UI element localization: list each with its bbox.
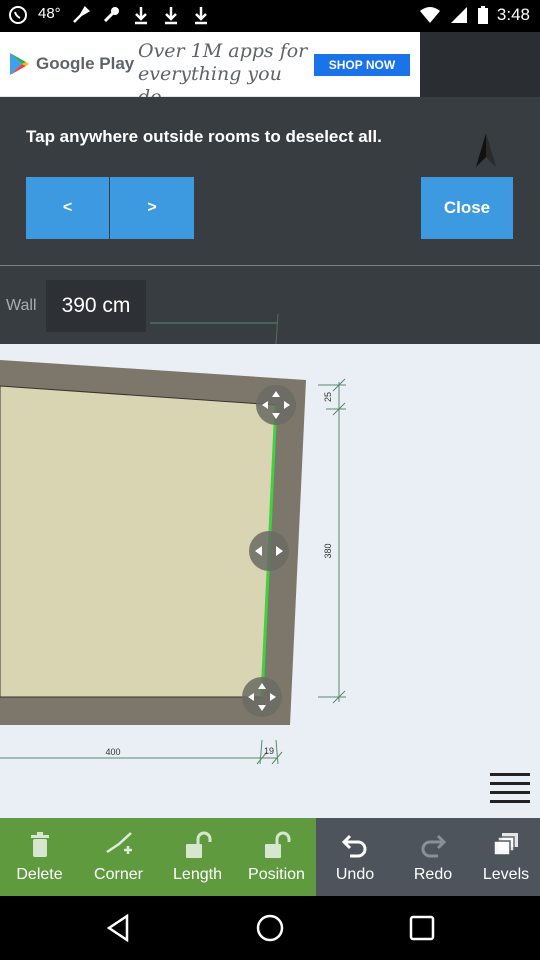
close-button[interactable]: Close [421, 177, 513, 239]
next-button[interactable]: > [110, 177, 194, 239]
undo-icon [341, 834, 367, 858]
undo-button[interactable]: Undo [316, 818, 394, 896]
home-icon[interactable] [254, 912, 286, 944]
battery-icon [477, 6, 488, 24]
ad-filler [420, 32, 540, 97]
corner-add-icon [105, 832, 132, 854]
ad-banner[interactable]: Google Play Over 1M apps for everything … [0, 32, 420, 108]
instruction-text: Tap anywhere outside rooms to deselect a… [26, 127, 382, 146]
recent-apps-icon[interactable] [406, 912, 438, 944]
status-icons: 48° [8, 5, 211, 25]
floor-plan[interactable]: 25 380 400 19 [0, 344, 540, 818]
download-icon [164, 7, 177, 25]
length-button[interactable]: Length [158, 818, 237, 896]
trash-icon [30, 832, 49, 857]
unlock-icon [185, 831, 211, 858]
menu-icon[interactable] [490, 772, 530, 804]
google-play-icon [10, 53, 29, 75]
app-root: 48° 3:48 Google Play Over 1M apps for ev… [0, 0, 540, 960]
wifi-icon [419, 7, 440, 23]
length-label: Length [173, 866, 222, 883]
dimension-bottom-text: 400 [105, 747, 120, 757]
ad-brand: Google Play [36, 54, 135, 73]
previous-button[interactable]: < [26, 177, 109, 239]
redo-icon [421, 834, 447, 858]
dimension-bottom [0, 739, 283, 765]
dimension-bottom-right-text: 19 [264, 746, 274, 756]
instruction-panel: Tap anywhere outside rooms to deselect a… [0, 97, 540, 344]
corner-button[interactable]: Corner [79, 818, 158, 896]
system-nav-bar [0, 896, 540, 960]
undo-label: Undo [335, 866, 375, 883]
levels-label: Levels [482, 866, 530, 883]
status-bar: 48° 3:48 [0, 0, 540, 32]
corner-handle-bottom[interactable] [242, 677, 282, 717]
position-button[interactable]: Position [237, 818, 316, 896]
dimension-right-text: 380 [323, 543, 333, 558]
google-play-logo: Google Play [8, 52, 134, 76]
back-icon[interactable] [103, 912, 135, 944]
wrench-icon [103, 7, 119, 23]
dimension-line-top [150, 313, 279, 344]
position-label: Position [248, 866, 305, 883]
bottom-toolbar: Delete Corner Length Position Undo Redo … [0, 818, 540, 896]
tools-icon [72, 5, 90, 23]
shop-now-button[interactable]: SHOP NOW [314, 54, 410, 76]
dimension-right [318, 378, 346, 704]
corner-label: Corner [94, 866, 143, 883]
levels-icon [493, 833, 518, 856]
delete-button[interactable]: Delete [0, 818, 79, 896]
temperature-label: 48° [38, 5, 61, 22]
download-icon [194, 7, 207, 25]
status-right: 3:48 [419, 5, 530, 25]
corner-handle-top[interactable] [256, 385, 296, 425]
north-arrow-icon[interactable] [472, 131, 500, 171]
dimension-right-top-text: 25 [323, 392, 333, 402]
clock: 3:48 [496, 5, 530, 24]
unlock-icon [264, 831, 290, 858]
delete-label: Delete [16, 866, 63, 883]
whatsapp-icon [9, 6, 27, 24]
redo-button[interactable]: Redo [394, 818, 472, 896]
download-icon [134, 7, 147, 25]
room-floor[interactable] [0, 385, 277, 698]
levels-button[interactable]: Levels [472, 818, 540, 896]
wall-midpoint-handle[interactable] [249, 531, 289, 571]
redo-label: Redo [413, 866, 453, 883]
signal-icon [450, 7, 467, 23]
panel-divider [0, 265, 540, 266]
